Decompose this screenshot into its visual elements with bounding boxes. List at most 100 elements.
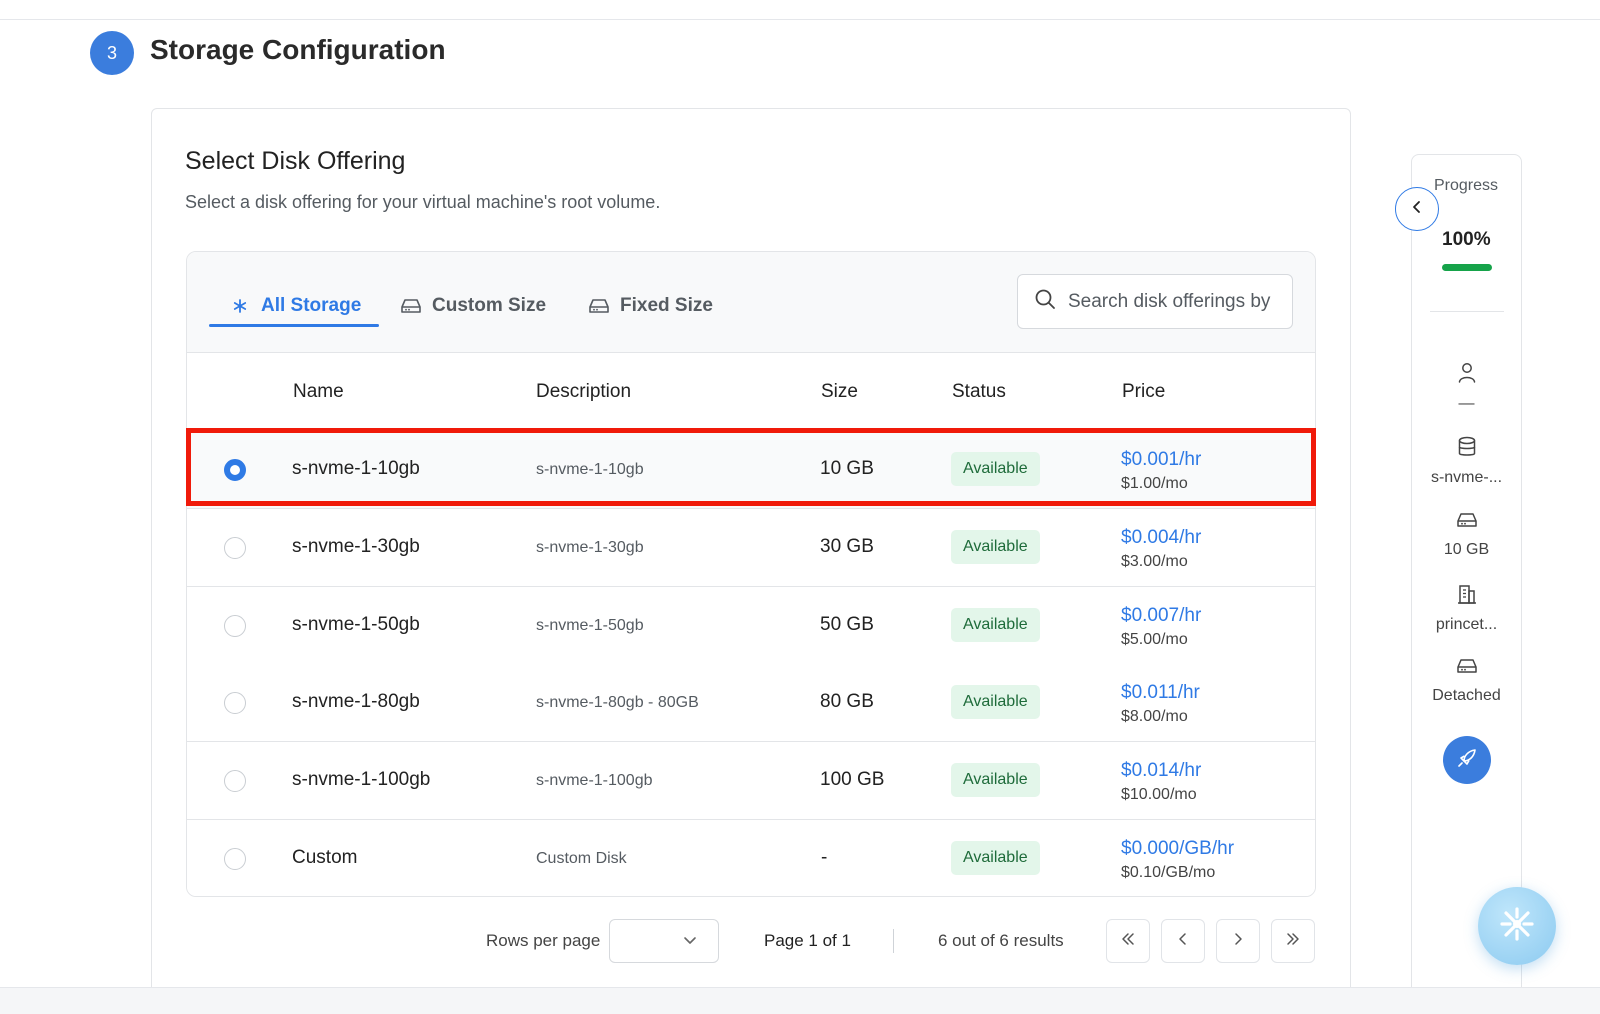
progress-label: Progress xyxy=(1434,177,1499,194)
pagination-bar: Rows per page Page 1 of 1 6 out of 6 res… xyxy=(0,918,1600,966)
summary-item-volume: Detached xyxy=(1411,656,1522,705)
column-header-status[interactable]: Status xyxy=(952,381,1006,403)
tab-fixed-size[interactable]: Fixed Size xyxy=(588,286,713,326)
row-name: s-nvme-1-100gb xyxy=(292,769,431,790)
assistant-fab[interactable] xyxy=(1478,887,1556,965)
chevrons-right-icon xyxy=(1285,931,1301,952)
card-title: Select Disk Offering xyxy=(185,147,406,175)
column-header-description[interactable]: Description xyxy=(536,381,631,403)
status-badge: Available xyxy=(951,530,1040,564)
chevron-left-icon xyxy=(1175,931,1191,952)
tabs-bar: All Storage Custom Size Fixed Size xyxy=(187,252,1315,353)
card-subtitle: Select a disk offering for your virtual … xyxy=(185,192,661,212)
row-radio[interactable] xyxy=(224,692,246,714)
collapse-sidebar-button[interactable] xyxy=(1395,187,1439,231)
row-description: s-nvme-1-100gb xyxy=(536,772,653,789)
tab-custom-size[interactable]: Custom Size xyxy=(400,286,546,326)
column-header-name[interactable]: Name xyxy=(293,381,344,403)
asterisk-icon xyxy=(229,295,251,317)
chevron-left-icon xyxy=(1409,199,1425,220)
row-size: - xyxy=(821,847,828,868)
status-badge: Available xyxy=(951,608,1040,642)
row-size: 100 GB xyxy=(820,769,885,790)
rows-per-page-label: Rows per page xyxy=(486,931,601,950)
row-price-monthly: $5.00/mo xyxy=(1121,631,1188,648)
row-radio[interactable] xyxy=(224,459,246,481)
active-tab-indicator xyxy=(209,324,379,327)
row-price-hourly: $0.004/hr xyxy=(1121,527,1202,548)
summary-item-label: Detached xyxy=(1432,687,1501,704)
rocket-icon xyxy=(1456,747,1478,774)
row-price-monthly: $10.00/mo xyxy=(1121,786,1197,803)
summary-item-size: 10 GB xyxy=(1411,510,1522,559)
database-icon xyxy=(1457,436,1477,463)
tab-label: Fixed Size xyxy=(620,295,713,316)
rows-per-page-select[interactable] xyxy=(609,919,719,963)
hard-drive-icon xyxy=(1456,656,1478,681)
section-title: Storage Configuration xyxy=(150,34,446,65)
table-row[interactable]: s-nvme-1-10gb s-nvme-1-10gb 10 GB Availa… xyxy=(187,431,1315,509)
row-price-hourly: $0.007/hr xyxy=(1121,605,1202,626)
next-page-button[interactable] xyxy=(1216,919,1260,963)
row-name: s-nvme-1-10gb xyxy=(292,458,420,479)
summary-item-label: princet... xyxy=(1435,616,1498,633)
row-description: s-nvme-1-80gb - 80GB xyxy=(536,694,699,711)
assistant-logo-icon xyxy=(1497,904,1537,949)
row-size: 80 GB xyxy=(820,691,874,712)
column-header-price[interactable]: Price xyxy=(1122,381,1165,403)
row-description: s-nvme-1-10gb xyxy=(536,461,644,478)
status-badge: Available xyxy=(951,452,1040,486)
hard-drive-icon xyxy=(400,295,422,317)
summary-item-label: 10 GB xyxy=(1443,541,1490,558)
row-radio[interactable] xyxy=(224,770,246,792)
row-name: Custom xyxy=(292,847,358,868)
status-badge: Available xyxy=(951,841,1040,875)
table-row[interactable]: Custom Custom Disk - Available $0.000/GB… xyxy=(187,820,1315,896)
table-row[interactable]: s-nvme-1-100gb s-nvme-1-100gb 100 GB Ava… xyxy=(187,742,1315,820)
row-description: Custom Disk xyxy=(536,850,627,867)
progress-bar xyxy=(1442,264,1492,271)
tab-all-storage[interactable]: All Storage xyxy=(229,286,361,326)
search-icon xyxy=(1034,288,1056,315)
chevron-right-icon xyxy=(1230,931,1246,952)
table-row[interactable]: s-nvme-1-80gb s-nvme-1-80gb - 80GB 80 GB… xyxy=(187,664,1315,742)
search-box xyxy=(1017,274,1293,329)
user-icon xyxy=(1457,362,1477,389)
first-page-button[interactable] xyxy=(1106,919,1150,963)
row-radio[interactable] xyxy=(224,848,246,870)
table-row[interactable]: s-nvme-1-50gb s-nvme-1-50gb 50 GB Availa… xyxy=(187,587,1315,665)
page-indicator: Page 1 of 1 xyxy=(764,931,851,950)
chevrons-left-icon xyxy=(1120,931,1136,952)
chevron-down-icon xyxy=(682,932,698,953)
row-price-monthly: $0.10/GB/mo xyxy=(1121,864,1216,881)
summary-item-disk-offering: s-nvme-... xyxy=(1411,436,1522,487)
hard-drive-icon xyxy=(588,295,610,317)
table-row[interactable]: s-nvme-1-30gb s-nvme-1-30gb 30 GB Availa… xyxy=(187,509,1315,587)
pagination-divider xyxy=(893,929,894,953)
row-size: 30 GB xyxy=(820,536,874,557)
row-size: 10 GB xyxy=(820,458,874,479)
disk-offering-panel: All Storage Custom Size Fixed Size Name … xyxy=(186,251,1316,897)
top-divider xyxy=(0,19,1600,20)
row-radio[interactable] xyxy=(224,537,246,559)
building-icon xyxy=(1457,583,1477,610)
previous-page-button[interactable] xyxy=(1161,919,1205,963)
hard-drive-icon xyxy=(1456,510,1478,535)
column-header-size[interactable]: Size xyxy=(821,381,858,403)
progress-value: 100% xyxy=(1442,229,1491,250)
row-description: s-nvme-1-50gb xyxy=(536,617,644,634)
last-page-button[interactable] xyxy=(1271,919,1315,963)
table-header: Name Description Size Status Price xyxy=(187,353,1315,431)
status-badge: Available xyxy=(951,685,1040,719)
search-input[interactable] xyxy=(1068,290,1278,313)
row-price-hourly: $0.001/hr xyxy=(1121,449,1202,470)
row-name: s-nvme-1-50gb xyxy=(292,614,420,635)
row-price-hourly: $0.000/GB/hr xyxy=(1121,838,1235,859)
row-radio[interactable] xyxy=(224,615,246,637)
row-price-hourly: $0.011/hr xyxy=(1121,682,1200,703)
row-price-monthly: $8.00/mo xyxy=(1121,708,1188,725)
step-number-badge: 3 xyxy=(90,31,134,75)
summary-item-label: s-nvme-... xyxy=(1430,469,1503,486)
launch-button[interactable] xyxy=(1443,736,1491,784)
row-description: s-nvme-1-30gb xyxy=(536,539,644,556)
